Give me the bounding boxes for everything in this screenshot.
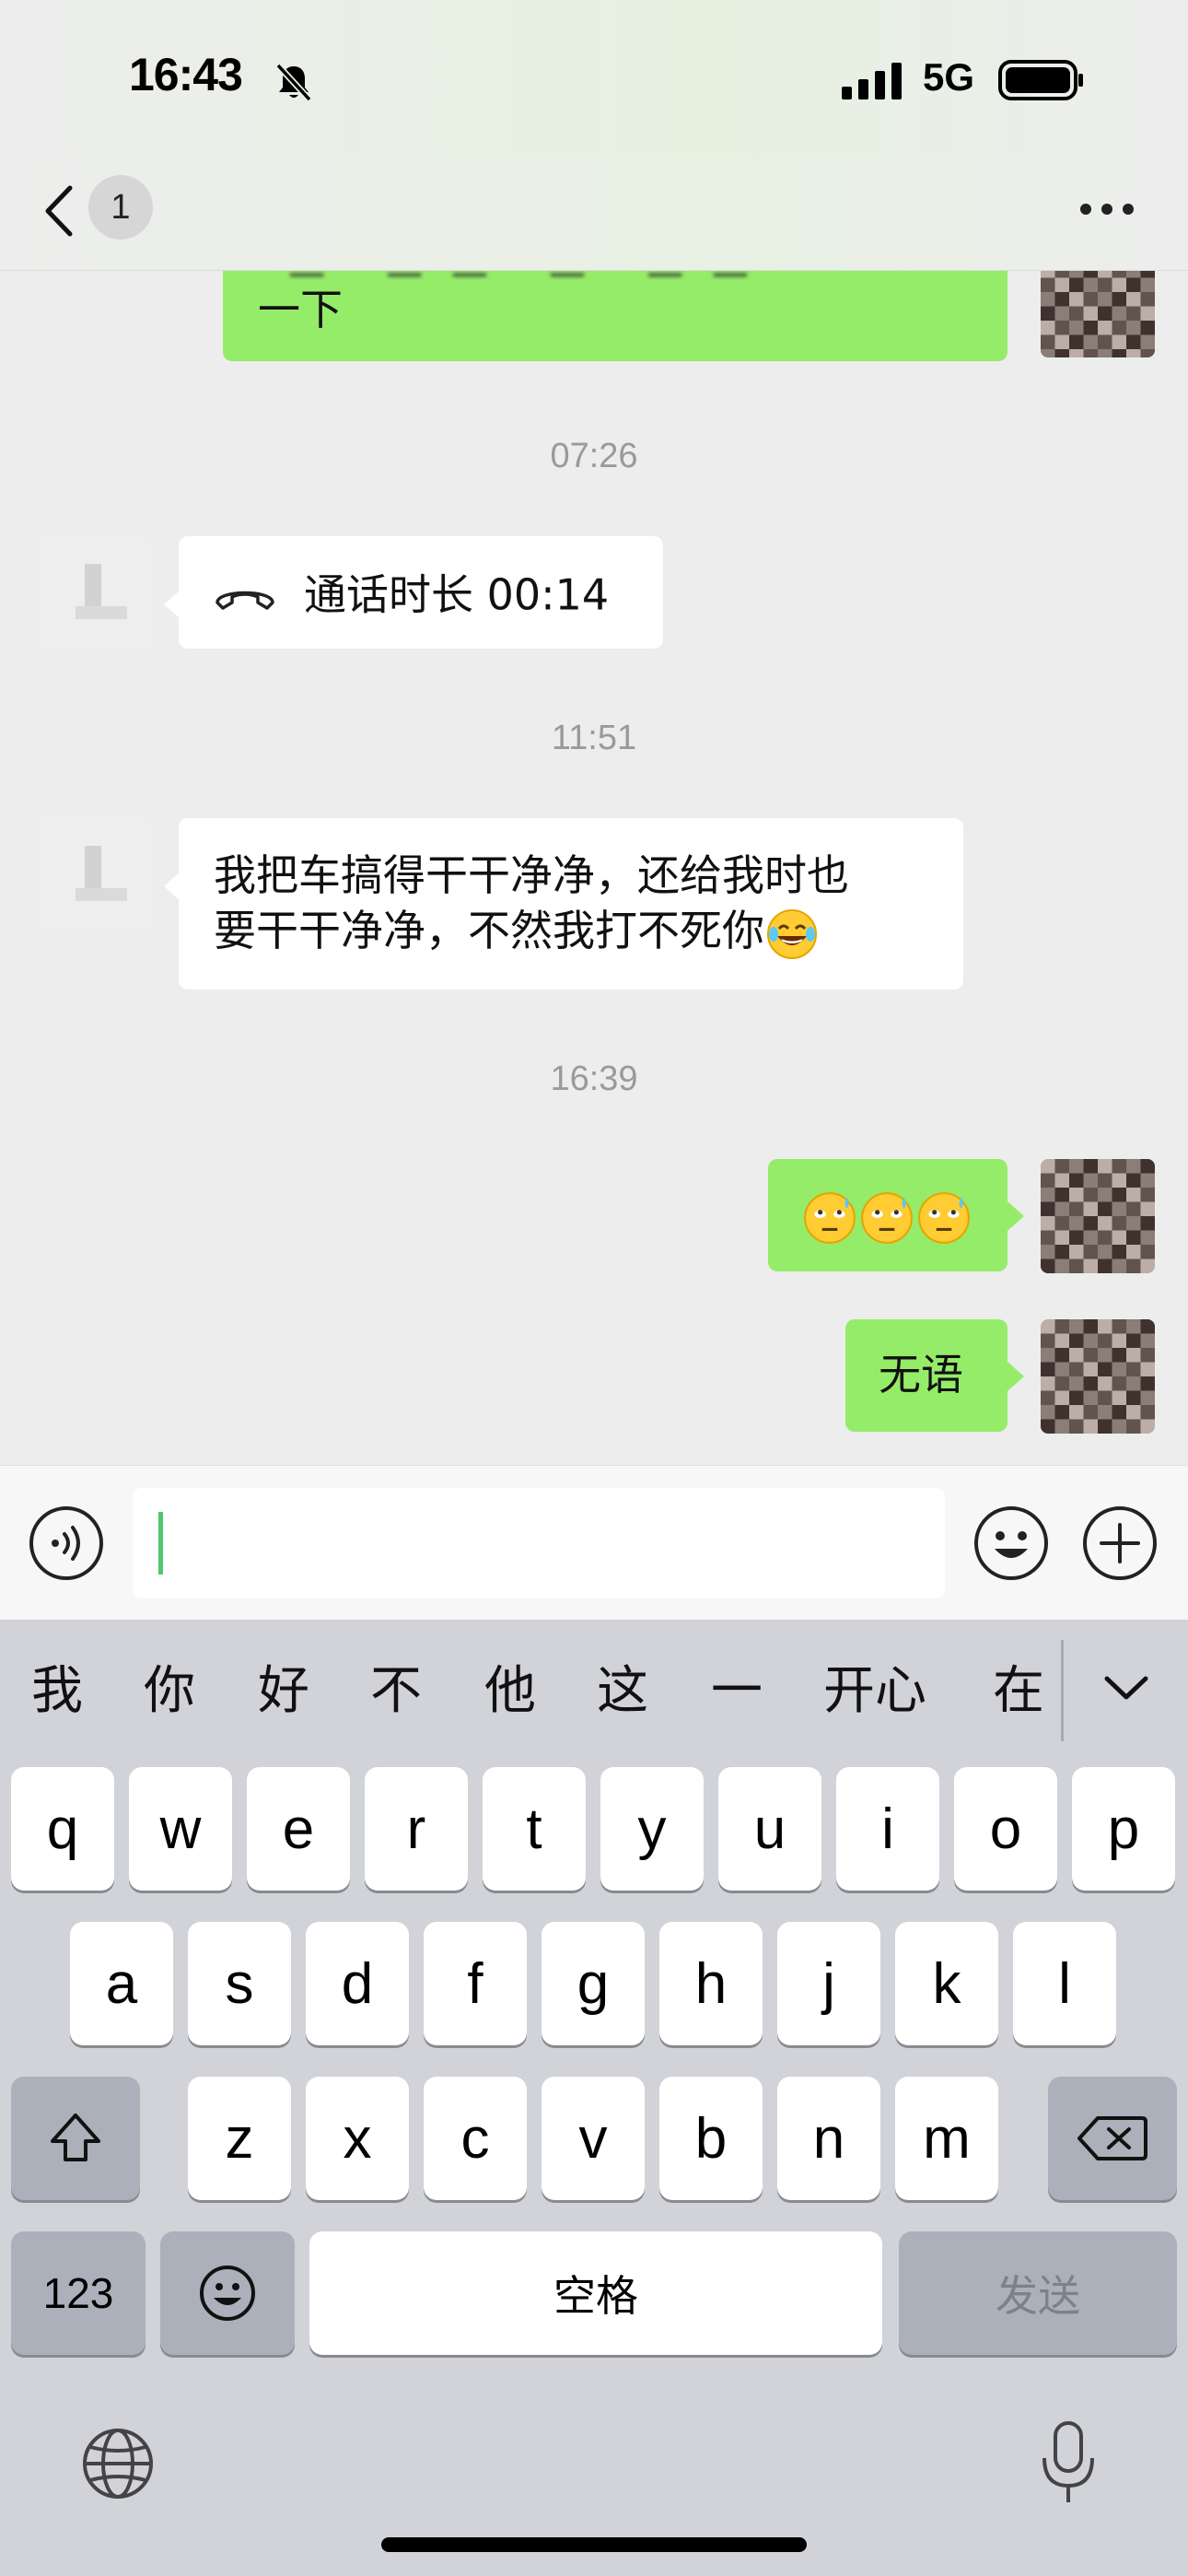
candidate-word[interactable]: 在: [993, 1655, 1044, 1728]
candidate-word[interactable]: 不: [370, 1655, 422, 1728]
key-x[interactable]: x: [306, 2077, 409, 2200]
key-v[interactable]: v: [542, 2077, 645, 2200]
key-c[interactable]: c: [424, 2077, 527, 2200]
avatar-contact[interactable]: [37, 818, 151, 932]
message-line-2: 要干干净净，不然我打不死你: [214, 903, 963, 962]
emoji-icon[interactable]: [973, 1505, 1050, 1582]
candidate-word[interactable]: 他: [484, 1655, 536, 1728]
message-text: 无语: [879, 1350, 963, 1399]
space-key[interactable]: 空格: [309, 2231, 882, 2355]
bubble-tail: [1007, 1362, 1024, 1391]
chat-input-bar: [0, 1465, 1188, 1620]
candidate-word[interactable]: 我: [31, 1655, 83, 1728]
key-p[interactable]: p: [1072, 1767, 1175, 1891]
status-bar: 16:43 5G: [0, 0, 1188, 157]
home-indicator[interactable]: [381, 2537, 807, 2552]
backspace-key[interactable]: [1048, 2077, 1177, 2200]
key-w[interactable]: w: [129, 1767, 232, 1891]
send-key[interactable]: 发送: [899, 2231, 1177, 2355]
call-duration-text: 通话时长 00:14: [304, 569, 610, 620]
call-record-bubble[interactable]: 通话时长 00:14: [179, 536, 663, 649]
candidate-bar: 我 你 好 不 他 这 一 开心 在: [0, 1620, 1188, 1767]
shift-icon: [51, 2113, 100, 2161]
network-label: 5G: [923, 55, 975, 99]
rolling-eyes-sweat-emoji: [861, 1191, 913, 1244]
key-i[interactable]: i: [836, 1767, 939, 1891]
candidate-divider: [1061, 1640, 1064, 1741]
chat-title: [516, 190, 737, 227]
shift-key[interactable]: [11, 2077, 140, 2200]
message-bubble-sent[interactable]: 无语: [845, 1319, 1007, 1432]
key-b[interactable]: b: [659, 2077, 763, 2200]
battery-icon: [998, 60, 1083, 100]
phone-hangup-icon: [215, 591, 274, 610]
message-text-obscured: ▁▃▁▁▃▁▃▁▁▃▁▁▃▁▃▁▁: [258, 271, 976, 276]
message-text: 一下: [258, 285, 343, 334]
unread-count-badge[interactable]: 1: [88, 175, 153, 240]
candidate-word[interactable]: 一: [711, 1655, 763, 1728]
key-z[interactable]: z: [188, 2077, 291, 2200]
chat-message-list[interactable]: ▁▃▁▁▃▁▃▁▁▃▁▁▃▁▃▁▁ 一下 07:26 通话时长 00:14 11…: [0, 271, 1188, 1465]
timestamp: 16:39: [550, 1060, 638, 1098]
rolling-eyes-sweat-emoji: [804, 1191, 856, 1244]
text-cursor: [158, 1512, 163, 1575]
key-q[interactable]: q: [11, 1767, 114, 1891]
plus-icon[interactable]: [1081, 1505, 1159, 1582]
candidate-word[interactable]: 这: [597, 1655, 648, 1728]
key-y[interactable]: y: [600, 1767, 704, 1891]
key-d[interactable]: d: [306, 1922, 409, 2045]
key-e[interactable]: e: [247, 1767, 350, 1891]
rolling-eyes-sweat-emoji: [918, 1191, 970, 1244]
laughing-tears-emoji: [767, 908, 817, 959]
key-a[interactable]: a: [70, 1922, 173, 2045]
key-f[interactable]: f: [424, 1922, 527, 2045]
mic-icon[interactable]: [1039, 2419, 1098, 2506]
key-o[interactable]: o: [954, 1767, 1057, 1891]
signal-icon: [842, 63, 902, 100]
key-u[interactable]: u: [718, 1767, 821, 1891]
message-bubble-received[interactable]: 我把车搞得干干净净，还给我时也 要干干净净，不然我打不死你: [179, 818, 963, 989]
avatar-self[interactable]: [1041, 271, 1155, 357]
timestamp: 07:26: [550, 437, 638, 475]
emoji-key[interactable]: [160, 2231, 295, 2355]
candidate-word[interactable]: 你: [144, 1655, 195, 1728]
key-g[interactable]: g: [542, 1922, 645, 2045]
timestamp: 11:51: [551, 719, 637, 757]
message-input[interactable]: [133, 1488, 945, 1598]
candidate-word[interactable]: 好: [258, 1655, 309, 1728]
status-time: 16:43: [129, 49, 243, 100]
emoji-message-bubble[interactable]: [768, 1159, 1007, 1271]
chevron-left-icon[interactable]: [37, 177, 81, 245]
key-j[interactable]: j: [777, 1922, 880, 2045]
key-s[interactable]: s: [188, 1922, 291, 2045]
candidate-word[interactable]: 开心: [823, 1655, 926, 1728]
globe-icon[interactable]: [79, 2425, 157, 2502]
avatar-self[interactable]: [1041, 1319, 1155, 1434]
key-m[interactable]: m: [895, 2077, 998, 2200]
key-h[interactable]: h: [659, 1922, 763, 2045]
keyboard: 我 你 好 不 他 这 一 开心 在 q w e r t y u i o p a…: [0, 1620, 1188, 2576]
avatar-self[interactable]: [1041, 1159, 1155, 1273]
more-icon[interactable]: [1079, 203, 1135, 216]
emoji-key-icon: [200, 2266, 255, 2321]
bell-muted-icon: [275, 63, 312, 102]
key-r[interactable]: r: [365, 1767, 468, 1891]
avatar-contact[interactable]: [37, 536, 151, 650]
voice-icon[interactable]: [28, 1505, 105, 1582]
backspace-icon: [1077, 2116, 1147, 2160]
message-bubble-sent[interactable]: ▁▃▁▁▃▁▃▁▁▃▁▁▃▁▃▁▁ 一下: [223, 271, 1007, 361]
key-t[interactable]: t: [483, 1767, 586, 1891]
key-l[interactable]: l: [1013, 1922, 1116, 2045]
numbers-key[interactable]: 123: [11, 2231, 146, 2355]
chevron-down-icon[interactable]: [1096, 1658, 1157, 1719]
key-n[interactable]: n: [777, 2077, 880, 2200]
key-k[interactable]: k: [895, 1922, 998, 2045]
message-line: 我把车搞得干干净净，还给我时也: [214, 850, 849, 900]
bubble-tail: [1007, 1201, 1024, 1231]
